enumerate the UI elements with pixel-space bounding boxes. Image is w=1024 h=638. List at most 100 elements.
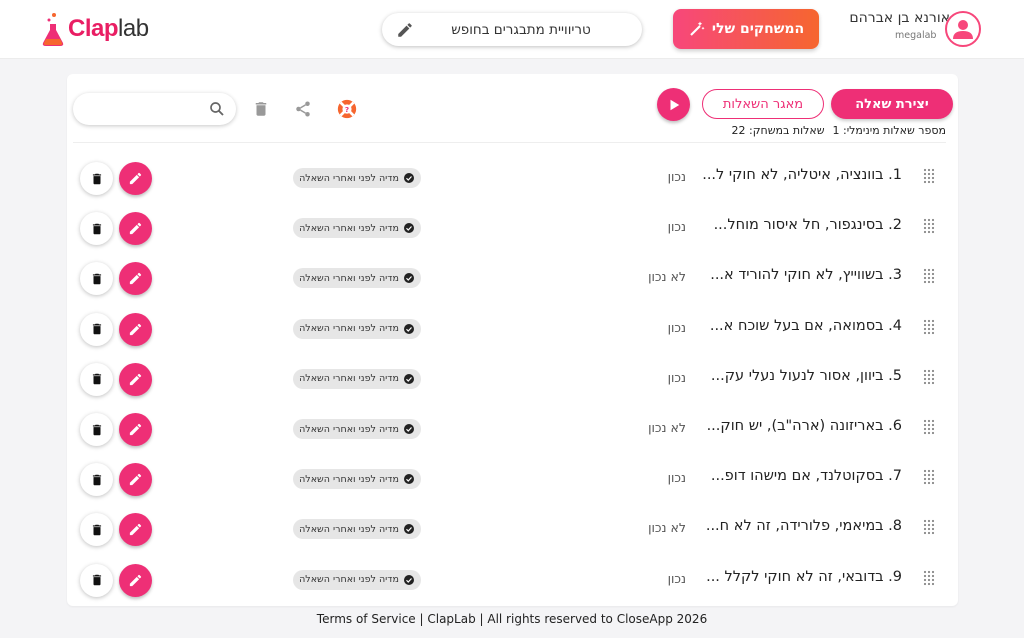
- edit-question-button[interactable]: [119, 513, 152, 547]
- search-icon[interactable]: [208, 100, 226, 118]
- question-text: 8. במיאמי, פלורידה, זה לא ח...: [705, 518, 902, 535]
- drag-handle-icon[interactable]: [923, 319, 935, 335]
- user-info: אורנא בן אברהם megalab: [838, 10, 950, 50]
- question-row[interactable]: 9. בדובאי, זה לא חוקי לקלל ... נכון מדיה…: [67, 554, 958, 604]
- drag-handle-icon[interactable]: [923, 369, 935, 385]
- create-question-button[interactable]: יצירת שאלה: [831, 89, 953, 119]
- pencil-icon: [129, 373, 142, 385]
- drag-handle-icon[interactable]: [923, 469, 935, 485]
- question-text: 1. בוונציה, איטליה, לא חוקי ל...: [702, 167, 902, 183]
- delete-question-button[interactable]: [80, 413, 113, 446]
- pencil-icon: [129, 524, 142, 536]
- delete-question-button[interactable]: [80, 513, 113, 547]
- drag-handle-icon[interactable]: [923, 268, 935, 284]
- media-chip-label: מדיה לפני ואחרי השאלה: [299, 574, 399, 586]
- edit-question-button[interactable]: [119, 262, 152, 296]
- share-button[interactable]: [292, 98, 314, 120]
- trash-icon: [92, 223, 101, 234]
- answer-value: נכון: [667, 319, 686, 335]
- play-icon: [670, 99, 679, 110]
- question-text: 5. ביוון, אסור לנעול נעלי עק...: [710, 367, 902, 384]
- play-button[interactable]: [657, 88, 690, 121]
- footer: Terms of Service | ClapLab | All rights …: [316, 612, 708, 626]
- divider: [73, 142, 946, 143]
- delete-question-button[interactable]: [80, 563, 113, 597]
- media-chip-label: מדיה לפני ואחרי השאלה: [299, 222, 399, 234]
- delete-question-button[interactable]: [80, 162, 113, 195]
- check-circle-icon: [403, 424, 414, 434]
- question-row[interactable]: 2. בסינגפור, חל איסור מוחל... נכון מדיה …: [67, 202, 958, 252]
- delete-question-button[interactable]: [80, 262, 113, 296]
- questions-panel: יצירת שאלה מאגר השאלות ? מספר שאלות מיני…: [67, 74, 958, 606]
- check-circle-icon: [403, 373, 414, 384]
- edit-question-button[interactable]: [119, 413, 152, 446]
- trash-icon: [255, 102, 267, 116]
- edit-question-button[interactable]: [119, 162, 152, 195]
- help-button[interactable]: ?: [336, 98, 358, 120]
- pencil-icon[interactable]: [396, 21, 414, 39]
- media-chip: מדיה לפני ואחרי השאלה: [293, 268, 421, 289]
- drag-handle-icon[interactable]: [923, 218, 935, 234]
- trash-icon: [92, 173, 101, 184]
- media-chip-label: מדיה לפני ואחרי השאלה: [299, 423, 399, 435]
- game-title-field[interactable]: טריוויית מתבגרים בחופש: [382, 13, 642, 46]
- answer-value: נכון: [667, 570, 686, 586]
- drag-handle-icon[interactable]: [923, 168, 935, 184]
- media-chip: מדיה לפני ואחרי השאלה: [293, 569, 421, 590]
- search-input[interactable]: [85, 99, 195, 119]
- avatar[interactable]: [945, 11, 981, 47]
- media-chip: מדיה לפני ואחרי השאלה: [293, 519, 421, 540]
- search-box[interactable]: [73, 93, 236, 125]
- edit-question-button[interactable]: [119, 312, 152, 346]
- question-text: 7. בסקוטלנד, אם מישהו דופ...: [710, 468, 902, 485]
- trash-icon: [92, 424, 101, 435]
- edit-question-button[interactable]: [119, 463, 152, 497]
- media-chip-label: מדיה לפני ואחרי השאלה: [299, 172, 399, 184]
- answer-value: נכון: [667, 470, 686, 486]
- question-row[interactable]: 6. באריזונה (ארה"ב), יש חוק... לא נכון מ…: [67, 403, 958, 453]
- question-text: 9. בדובאי, זה לא חוקי לקלל ...: [706, 568, 902, 585]
- check-circle-icon: [403, 173, 414, 183]
- question-row[interactable]: 7. בסקוטלנד, אם מישהו דופ... נכון מדיה ל…: [67, 453, 958, 503]
- my-games-button[interactable]: המשחקים שלי: [673, 9, 819, 49]
- claplab-logo[interactable]: Claplab: [40, 8, 150, 50]
- pencil-icon: [129, 323, 142, 335]
- trash-icon: [92, 374, 101, 385]
- media-chip: מדיה לפני ואחרי השאלה: [293, 419, 421, 439]
- question-stats: מספר שאלות מינימלי: 1 שאלות במשחק: 22: [724, 124, 946, 137]
- trash-icon: [92, 474, 101, 485]
- media-chip: מדיה לפני ואחרי השאלה: [293, 368, 421, 389]
- trash-icon: [92, 323, 101, 335]
- question-row[interactable]: 5. ביוון, אסור לנעול נעלי עק... נכון מדי…: [67, 353, 958, 403]
- question-row[interactable]: 1. בוונציה, איטליה, לא חוקי ל... נכון מד…: [67, 152, 958, 202]
- pencil-icon: [129, 273, 142, 285]
- question-row[interactable]: 8. במיאמי, פלורידה, זה לא ח... לא נכון מ…: [67, 503, 958, 553]
- edit-question-button[interactable]: [119, 362, 152, 396]
- question-repository-button[interactable]: מאגר השאלות: [702, 89, 824, 119]
- drag-handle-icon[interactable]: [923, 419, 935, 435]
- media-chip-label: מדיה לפני ואחרי השאלה: [299, 523, 399, 535]
- logo-lab: lab: [118, 15, 149, 42]
- pencil-icon: [129, 574, 142, 586]
- question-row[interactable]: 4. בסמואה, אם בעל שוכח א... נכון מדיה לפ…: [67, 303, 958, 353]
- delete-question-button[interactable]: [80, 362, 113, 396]
- question-text: 6. באריזונה (ארה"ב), יש חוק...: [706, 418, 902, 434]
- delete-all-button[interactable]: [250, 98, 272, 120]
- question-row[interactable]: 3. בשווייץ, לא חוקי להוריד א... לא נכון …: [67, 252, 958, 302]
- delete-question-button[interactable]: [80, 463, 113, 497]
- pencil-icon: [129, 172, 142, 185]
- min-questions-label: מספר שאלות מינימלי: 1: [832, 124, 947, 137]
- answer-value: לא נכון: [648, 420, 686, 435]
- edit-question-button[interactable]: [119, 212, 152, 246]
- trash-icon: [92, 273, 101, 285]
- check-circle-icon: [403, 273, 414, 284]
- pencil-icon: [129, 423, 142, 436]
- delete-question-button[interactable]: [80, 312, 113, 346]
- drag-handle-icon[interactable]: [923, 519, 935, 535]
- media-chip: מדיה לפני ואחרי השאלה: [293, 218, 421, 239]
- trash-icon: [92, 524, 101, 536]
- edit-question-button[interactable]: [119, 563, 152, 597]
- answer-value: נכון: [667, 219, 686, 235]
- delete-question-button[interactable]: [80, 212, 113, 246]
- drag-handle-icon[interactable]: [923, 570, 935, 586]
